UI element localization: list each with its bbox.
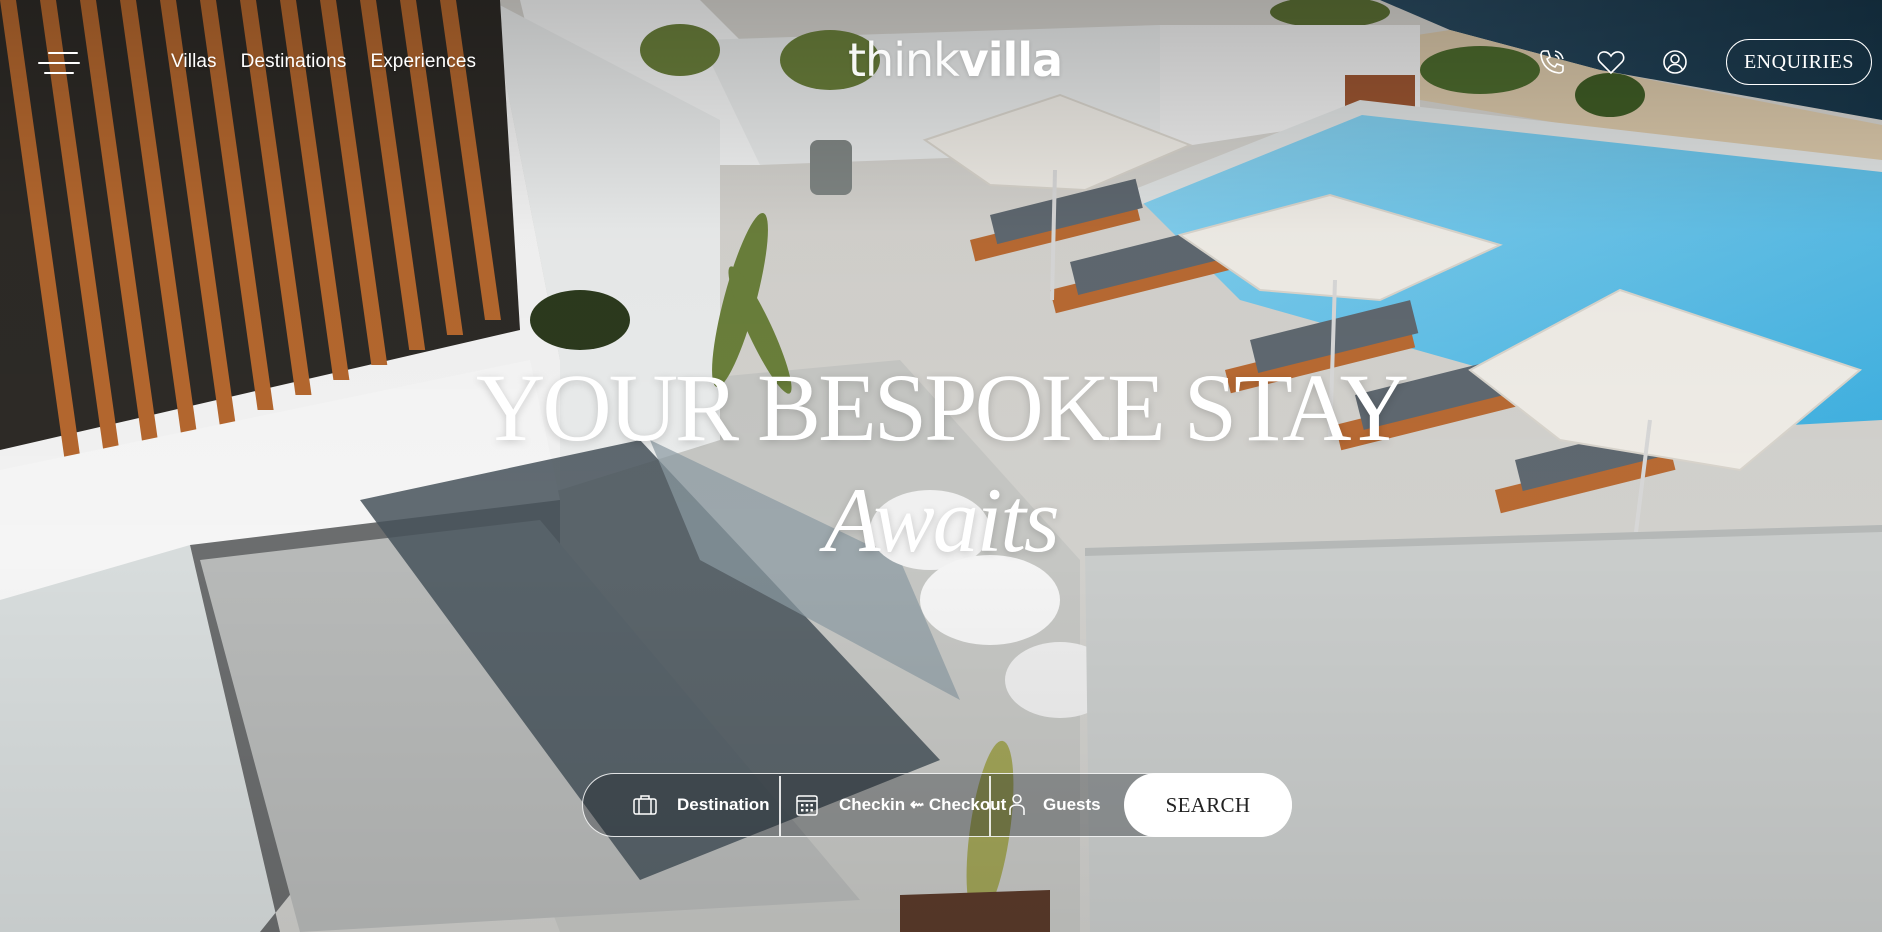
suitcase-icon xyxy=(631,791,659,819)
person-icon xyxy=(1003,791,1031,819)
logo-think: think xyxy=(848,33,960,87)
phone-icon[interactable] xyxy=(1536,46,1568,78)
nav-villas[interactable]: Villas xyxy=(171,51,217,73)
search-divider xyxy=(989,776,991,836)
hero-title: YOUR BESPOKE STAY xyxy=(476,354,1409,461)
nav-experiences[interactable]: Experiences xyxy=(370,51,476,73)
destination-label: Destination xyxy=(677,795,770,814)
hero-section: Villas Destinations Experiences thinkvil… xyxy=(0,0,1882,932)
dates-field[interactable]: Checkin ⇜ Checkout xyxy=(793,774,1006,836)
site-logo[interactable]: thinkvilla xyxy=(848,33,1063,87)
main-nav: Villas Destinations Experiences xyxy=(171,51,500,73)
search-button[interactable]: SEARCH xyxy=(1124,773,1292,837)
hero-subtitle: Awaits xyxy=(824,469,1059,571)
guests-label: Guests xyxy=(1043,795,1101,814)
guests-field[interactable]: Guests xyxy=(1003,774,1101,836)
enquiries-button[interactable]: ENQUIRIES xyxy=(1726,39,1872,85)
destination-field[interactable]: Destination xyxy=(631,774,770,836)
search-divider xyxy=(779,776,781,836)
user-icon[interactable] xyxy=(1659,46,1691,78)
heart-icon[interactable] xyxy=(1595,46,1627,78)
calendar-icon xyxy=(793,791,821,819)
dates-label: Checkin ⇜ Checkout xyxy=(839,795,1007,814)
hamburger-menu-icon[interactable] xyxy=(38,50,82,76)
nav-destinations[interactable]: Destinations xyxy=(241,51,347,73)
logo-villa: villa xyxy=(958,33,1063,87)
